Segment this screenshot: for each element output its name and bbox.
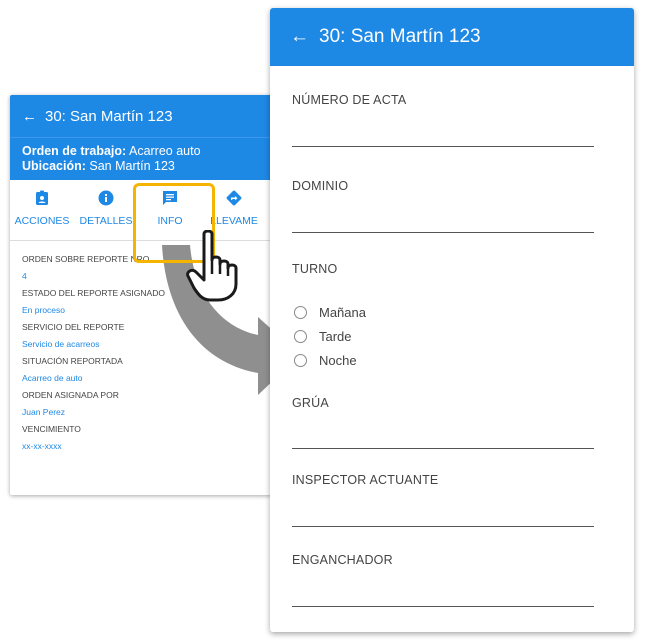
radio-circle-icon[interactable] — [294, 329, 307, 343]
grua-label: GRÚA — [292, 396, 329, 410]
dominio-label: DOMINIO — [292, 179, 349, 193]
info-value: Juan Perez — [22, 407, 65, 417]
info-icon — [74, 190, 138, 212]
enganchador-label: ENGANCHADOR — [292, 553, 393, 567]
radio-manana[interactable]: Mañana — [294, 300, 366, 324]
back-arrow-icon[interactable]: ← — [290, 26, 309, 48]
work-order-summary: Orden de trabajo: Acarreo auto Ubicación… — [10, 137, 272, 180]
dominio-field[interactable]: DOMINIO — [292, 179, 594, 233]
turno-field: TURNO — [292, 262, 594, 276]
info-value: xx-xx-xxxx — [22, 441, 62, 451]
radio-noche-label: Noche — [319, 352, 357, 368]
grua-input-line[interactable] — [292, 448, 594, 449]
order-value: Acarreo auto — [128, 144, 201, 158]
front-app-bar: ← 30: San Martín 123 — [270, 8, 634, 66]
turno-label: TURNO — [292, 262, 338, 276]
enganchador-field[interactable]: ENGANCHADOR — [292, 553, 594, 607]
inspector-input-line[interactable] — [292, 526, 594, 527]
radio-manana-label: Mañana — [319, 304, 366, 320]
tab-acciones[interactable]: ACCIONES — [10, 180, 74, 240]
grua-field[interactable]: GRÚA — [292, 396, 594, 449]
radio-circle-icon[interactable] — [294, 305, 307, 319]
inspector-label: INSPECTOR ACTUANTE — [292, 473, 439, 487]
dominio-input-line[interactable] — [292, 232, 594, 233]
tab-detalles-label: DETALLES — [79, 215, 133, 227]
enganchador-input-line[interactable] — [292, 606, 594, 607]
numero-acta-input-line[interactable] — [292, 146, 594, 147]
badge-icon — [10, 190, 74, 212]
numero-acta-label: NÚMERO DE ACTA — [292, 93, 407, 107]
back-app-bar: ← 30: San Martín 123 — [10, 95, 272, 137]
radio-tarde[interactable]: Tarde — [294, 324, 366, 348]
tab-llevame-label: LLEVAME — [210, 215, 258, 227]
tab-acciones-label: ACCIONES — [14, 215, 70, 227]
back-app-title: 30: San Martín 123 — [45, 107, 173, 125]
turno-radio-group: Mañana Tarde Noche — [294, 300, 366, 372]
inspector-field[interactable]: INSPECTOR ACTUANTE — [292, 473, 594, 527]
back-arrow-icon[interactable]: ← — [22, 108, 37, 125]
tab-detalles[interactable]: DETALLES — [74, 180, 138, 240]
radio-tarde-label: Tarde — [319, 328, 352, 344]
info-label: VENCIMIENTO — [22, 424, 81, 434]
front-screen-card: ← 30: San Martín 123 NÚMERO DE ACTA DOMI… — [270, 8, 634, 632]
pointer-hand-icon — [186, 229, 248, 312]
location-value: San Martín 123 — [89, 159, 175, 173]
numero-acta-field[interactable]: NÚMERO DE ACTA — [292, 93, 594, 147]
location-label: Ubicación: — [22, 159, 86, 173]
order-label: Orden de trabajo: — [22, 144, 127, 158]
front-app-title: 30: San Martín 123 — [319, 26, 481, 47]
radio-noche[interactable]: Noche — [294, 348, 366, 372]
radio-circle-icon[interactable] — [294, 353, 307, 367]
